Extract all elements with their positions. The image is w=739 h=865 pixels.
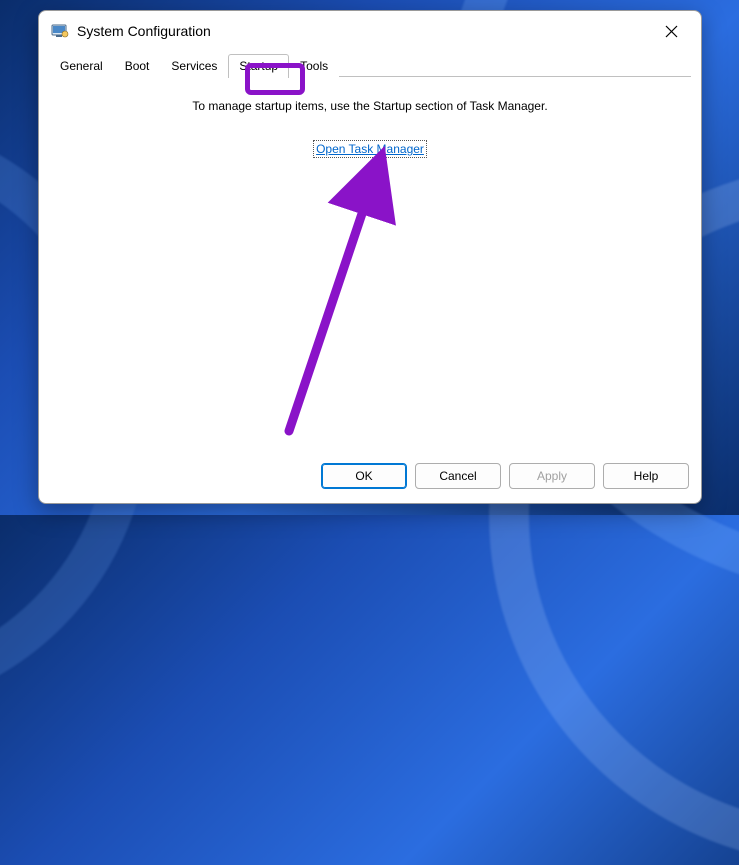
tab-boot[interactable]: Boot bbox=[114, 54, 161, 77]
title-bar: System Configuration bbox=[39, 11, 701, 51]
window-title: System Configuration bbox=[77, 23, 649, 39]
tab-content: To manage startup items, use the Startup… bbox=[39, 77, 701, 453]
tab-services[interactable]: Services bbox=[160, 54, 228, 77]
tab-tools[interactable]: Tools bbox=[289, 54, 339, 77]
dialog-buttons: OK Cancel Apply Help bbox=[39, 453, 701, 503]
system-configuration-dialog: System Configuration General Boot Servic… bbox=[38, 10, 702, 504]
tab-general[interactable]: General bbox=[49, 54, 114, 77]
tab-bar: General Boot Services Startup Tools bbox=[39, 51, 701, 77]
ok-button[interactable]: OK bbox=[321, 463, 407, 489]
help-button[interactable]: Help bbox=[603, 463, 689, 489]
close-icon bbox=[665, 25, 678, 38]
close-button[interactable] bbox=[649, 15, 693, 47]
open-task-manager-link[interactable]: Open Task Manager bbox=[314, 141, 426, 157]
app-icon bbox=[51, 22, 69, 40]
cancel-button[interactable]: Cancel bbox=[415, 463, 501, 489]
instruction-text: To manage startup items, use the Startup… bbox=[49, 99, 691, 113]
apply-button[interactable]: Apply bbox=[509, 463, 595, 489]
tab-startup[interactable]: Startup bbox=[228, 54, 289, 78]
